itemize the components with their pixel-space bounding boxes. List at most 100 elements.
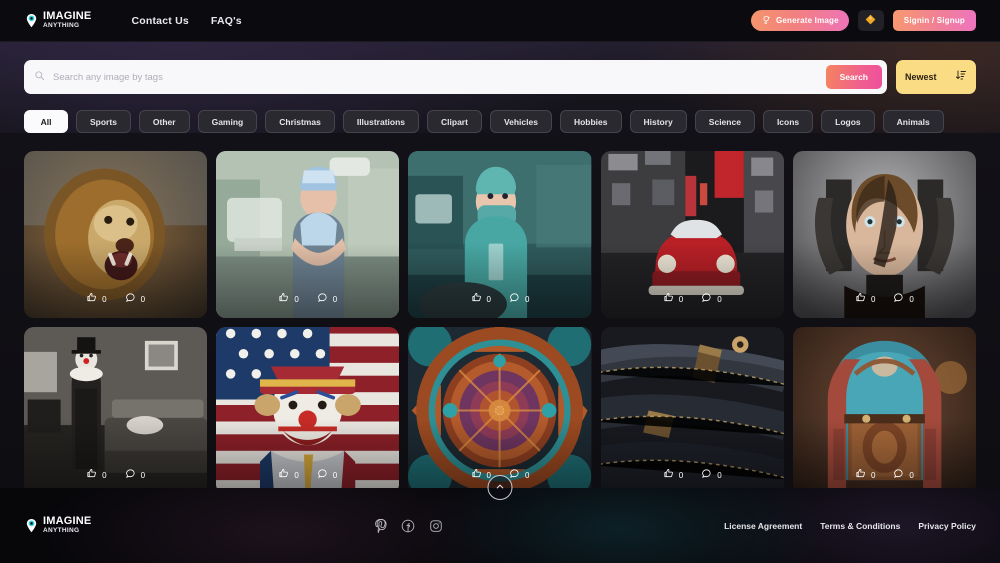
category-chip-gaming[interactable]: Gaming: [197, 110, 258, 133]
thumbs-up-icon: [86, 466, 97, 484]
search-button[interactable]: Search: [825, 65, 882, 89]
scroll-to-top-button[interactable]: [487, 475, 513, 500]
gallery-card[interactable]: 0 0: [792, 151, 976, 318]
card-meta: 0 0: [601, 466, 784, 484]
card-meta: 0 0: [24, 290, 207, 308]
gallery-card[interactable]: 0 0: [24, 151, 208, 318]
signin-signup-button[interactable]: Signin / Signup: [892, 10, 976, 31]
card-meta: 0 0: [601, 290, 784, 308]
comment-control[interactable]: 0: [893, 290, 914, 308]
gallery-card[interactable]: 0 0: [792, 327, 976, 494]
category-chip-logos[interactable]: Logos: [821, 110, 875, 133]
like-control[interactable]: 0: [278, 290, 299, 308]
magic-lightbulb-icon: [761, 15, 771, 27]
card-meta: 0 0: [793, 466, 976, 484]
like-control[interactable]: 0: [663, 290, 683, 308]
gallery-card[interactable]: 0 0: [600, 327, 784, 494]
comment-control[interactable]: 0: [125, 290, 145, 308]
search-section: Search Newest All Sports Other Gaming Ch…: [0, 42, 1000, 133]
comment-count: 0: [717, 470, 722, 480]
comment-bubble-icon: [317, 466, 328, 484]
logo-wordmark: IMAGINE ANYTHING: [43, 11, 91, 30]
search-icon: [34, 68, 45, 86]
gallery-card[interactable]: 0 0: [600, 151, 784, 318]
generate-image-button[interactable]: Generate Image: [750, 10, 849, 31]
like-control[interactable]: 0: [278, 466, 299, 484]
footer-content: IMAGINE ANYTHING License Agreement Terms…: [24, 516, 976, 535]
comment-bubble-icon: [317, 290, 328, 308]
footer-logo-line-2: ANYTHING: [43, 527, 80, 535]
thumbs-up-icon: [663, 466, 674, 484]
card-meta: 0 0: [793, 290, 976, 308]
sort-dropdown[interactable]: Newest: [896, 60, 976, 94]
like-control[interactable]: 0: [855, 290, 875, 308]
comment-count: 0: [524, 470, 530, 480]
like-control[interactable]: 0: [471, 290, 491, 308]
like-control[interactable]: 0: [855, 466, 875, 484]
like-control[interactable]: 0: [86, 290, 107, 308]
logo-line-1: IMAGINE: [43, 10, 92, 23]
facebook-icon[interactable]: [401, 519, 415, 533]
category-chip-hobbies[interactable]: Hobbies: [559, 110, 622, 133]
comment-bubble-icon: [701, 466, 712, 484]
comment-control[interactable]: 0: [701, 466, 722, 484]
gallery-card[interactable]: 0 0: [216, 151, 400, 318]
category-chip-sports[interactable]: Sports: [76, 110, 131, 133]
card-meta: 0 0: [216, 290, 399, 308]
comment-count: 0: [332, 294, 338, 304]
gallery-card[interactable]: 0 0: [408, 327, 592, 494]
category-chip-science[interactable]: Science: [694, 110, 755, 133]
nav-contact-us[interactable]: Contact Us: [131, 15, 188, 27]
comment-control[interactable]: 0: [701, 290, 722, 308]
comment-control[interactable]: 0: [317, 290, 337, 308]
comment-control[interactable]: 0: [509, 466, 529, 484]
category-chip-other[interactable]: Other: [138, 110, 190, 133]
footer-link-terms-conditions[interactable]: Terms & Conditions: [820, 521, 900, 531]
comment-count: 0: [524, 294, 530, 304]
like-control[interactable]: 0: [86, 466, 107, 484]
category-chip-all[interactable]: All: [24, 110, 68, 133]
card-meta: 0 0: [216, 466, 399, 484]
thumbs-up-icon: [663, 290, 674, 308]
comment-control[interactable]: 0: [509, 290, 529, 308]
card-meta: 0 0: [408, 290, 591, 308]
pinterest-icon[interactable]: [373, 518, 387, 534]
like-count: 0: [294, 470, 299, 480]
site-header: IMAGINE ANYTHING Contact Us FAQ's Genera…: [0, 0, 1000, 42]
comment-bubble-icon: [893, 466, 904, 484]
instagram-icon[interactable]: [429, 519, 443, 533]
comment-count: 0: [332, 470, 338, 480]
site-logo[interactable]: IMAGINE ANYTHING: [24, 11, 91, 30]
category-chip-vehicles[interactable]: Vehicles: [489, 110, 552, 133]
footer-link-privacy-policy[interactable]: Privacy Policy: [918, 521, 976, 531]
search-box[interactable]: Search: [24, 60, 887, 94]
footer-logo[interactable]: IMAGINE ANYTHING: [24, 516, 91, 535]
comment-control[interactable]: 0: [125, 466, 145, 484]
logo-line-2: ANYTHING: [43, 22, 80, 30]
category-chip-history[interactable]: History: [629, 110, 687, 133]
thumbs-up-icon: [278, 290, 289, 308]
nav-faqs[interactable]: FAQ's: [211, 15, 242, 27]
like-control[interactable]: 0: [663, 466, 683, 484]
category-chip-clipart[interactable]: Clipart: [427, 110, 482, 133]
category-chip-animals[interactable]: Animals: [882, 110, 944, 133]
main-nav: Contact Us FAQ's: [131, 15, 241, 27]
footer-logo-wordmark: IMAGINE ANYTHING: [43, 516, 91, 535]
gallery-section: 0 0 0 0 0 0 0 0 0 0 0 0 0 0 0 0 0 0 0 0: [0, 133, 1000, 494]
lightbulb-pin-icon: [24, 13, 39, 28]
search-input[interactable]: [53, 71, 877, 83]
category-chip-illustrations[interactable]: Illustrations: [342, 110, 420, 133]
coin-button[interactable]: [857, 10, 884, 31]
comment-control[interactable]: 0: [317, 466, 337, 484]
gallery-card[interactable]: 0 0: [24, 327, 208, 494]
comment-control[interactable]: 0: [893, 466, 914, 484]
comment-bubble-icon: [125, 290, 136, 308]
gallery-card[interactable]: 0 0: [216, 327, 400, 494]
comment-count: 0: [140, 294, 146, 304]
search-row: Search Newest: [24, 60, 976, 94]
category-chip-icons[interactable]: Icons: [762, 110, 814, 133]
comment-count: 0: [140, 470, 146, 480]
footer-link-license-agreement[interactable]: License Agreement: [724, 521, 802, 531]
gallery-card[interactable]: 0 0: [408, 151, 592, 318]
category-chip-christmas[interactable]: Christmas: [265, 110, 335, 133]
